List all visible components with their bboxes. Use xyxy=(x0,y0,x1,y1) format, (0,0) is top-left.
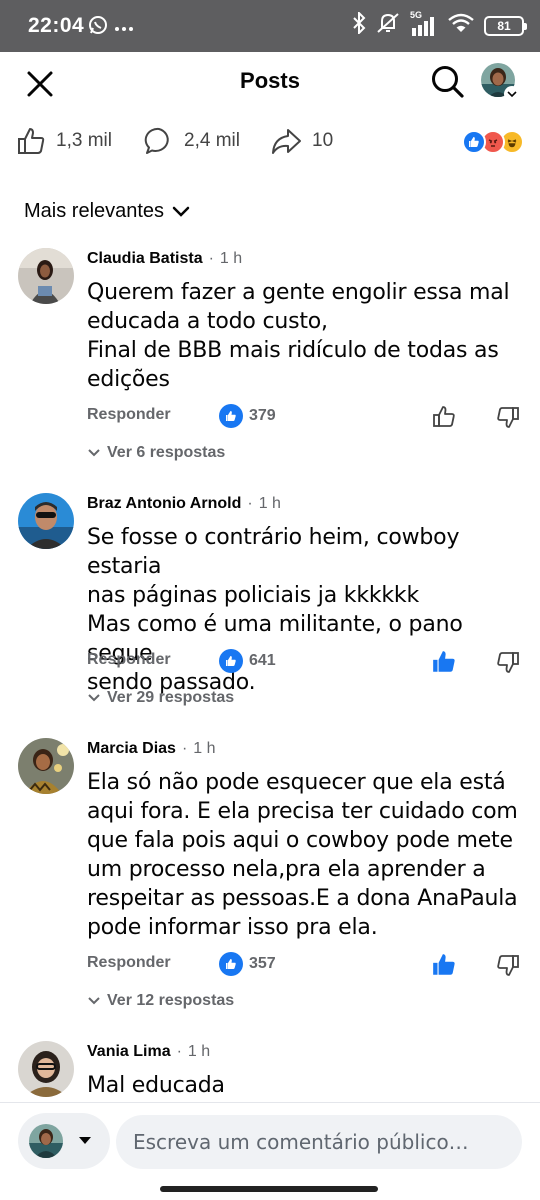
wifi-icon xyxy=(448,13,474,38)
chevron-down-icon xyxy=(88,449,100,457)
like-comment-button[interactable] xyxy=(429,402,459,432)
view-replies-label: Ver 29 respostas xyxy=(107,689,235,706)
dislike-comment-button[interactable] xyxy=(493,402,523,432)
comment-separator: · xyxy=(176,1043,182,1060)
comment-text: Ela só não pode esquecer que ela está aq… xyxy=(87,770,518,940)
comment-like-count[interactable]: 641 xyxy=(219,649,276,673)
chevron-down-icon xyxy=(88,997,100,1005)
chevron-down-icon xyxy=(172,206,190,217)
like-reaction-icon xyxy=(462,130,486,154)
status-right-icons: 5G 81 xyxy=(352,10,527,39)
share-icon xyxy=(272,129,301,154)
comment-header: Claudia Batista · 1 h xyxy=(87,250,242,268)
like-count-value: 357 xyxy=(249,955,276,972)
signal-5g-icon: 5G xyxy=(410,10,438,36)
comment-separator: · xyxy=(181,740,188,757)
comment-text: Mal educada xyxy=(87,1073,225,1098)
thumbs-up-icon xyxy=(18,128,45,154)
status-left-icons xyxy=(88,15,134,40)
likes-count: 1,3 mil xyxy=(56,130,112,151)
more-dots-icon xyxy=(114,19,134,37)
comment-actions: Responder 379 xyxy=(87,404,527,434)
comment-time: 1 h xyxy=(187,1043,211,1060)
view-replies-button[interactable]: Ver 6 respostas xyxy=(87,444,225,462)
mute-icon xyxy=(376,12,400,39)
comment-actions: Responder 641 xyxy=(87,649,527,679)
comment-text: Querem fazer a gente engolir essa mal ed… xyxy=(87,280,510,392)
app-header: Posts xyxy=(0,52,540,112)
whatsapp-icon xyxy=(88,15,108,40)
reply-button[interactable]: Responder xyxy=(87,406,171,424)
status-bar: 22:04 5G 81 xyxy=(0,0,540,52)
comment-input[interactable] xyxy=(116,1115,522,1169)
comments-count: 2,4 mil xyxy=(184,130,240,151)
shares-count: 10 xyxy=(312,130,334,151)
view-replies-label: Ver 6 respostas xyxy=(107,444,226,461)
search-icon xyxy=(432,66,464,98)
comment-separator: · xyxy=(208,250,214,267)
comment-like-count[interactable]: 379 xyxy=(219,404,276,428)
commenter-name[interactable]: Vania Lima xyxy=(87,1043,171,1061)
thumbs-down-outline-icon xyxy=(497,955,519,976)
commenter-name[interactable]: Marcia Dias xyxy=(87,740,176,758)
comment-actions: Responder 357 xyxy=(87,952,527,982)
post-stats-row: 1,3 mil 2,4 mil 10 xyxy=(0,118,540,168)
commenter-avatar[interactable] xyxy=(18,248,74,304)
thumbs-down-outline-icon xyxy=(497,652,519,673)
sort-dropdown[interactable]: Mais relevantes xyxy=(24,200,190,223)
commenter-avatar[interactable] xyxy=(18,738,74,794)
home-indicator[interactable] xyxy=(160,1186,378,1192)
view-replies-button[interactable]: Ver 29 respostas xyxy=(87,689,234,707)
thumbs-up-outline-icon xyxy=(433,406,455,427)
profile-avatar-button[interactable] xyxy=(480,62,520,102)
chevron-down-icon xyxy=(88,694,100,702)
view-replies-button[interactable]: Ver 12 respostas xyxy=(87,992,234,1010)
like-comment-button[interactable] xyxy=(429,950,459,980)
comment-icon xyxy=(144,127,169,154)
like-comment-button[interactable] xyxy=(429,647,459,677)
commenter-name[interactable]: Claudia Batista xyxy=(87,250,203,268)
commenter-avatar[interactable] xyxy=(18,1041,74,1097)
comment-header: Braz Antonio Arnold · 1 h xyxy=(87,495,281,513)
comment-header: Vania Lima · 1 h xyxy=(87,1043,210,1061)
comment-time: 1 h xyxy=(258,495,281,512)
commenter-avatar[interactable] xyxy=(18,493,74,549)
like-count-value: 379 xyxy=(249,407,276,424)
like-reaction-icon xyxy=(219,404,243,428)
commenter-name[interactable]: Braz Antonio Arnold xyxy=(87,495,241,513)
thumbs-up-filled-icon xyxy=(433,954,455,975)
bluetooth-icon xyxy=(352,10,366,39)
comment-time: 1 h xyxy=(193,740,216,757)
dislike-comment-button[interactable] xyxy=(493,950,523,980)
reactions-summary[interactable] xyxy=(462,130,526,154)
caret-down-icon xyxy=(79,1137,91,1144)
comment-as-selector[interactable] xyxy=(18,1113,110,1169)
sort-label: Mais relevantes xyxy=(24,200,165,222)
dislike-comment-button[interactable] xyxy=(493,647,523,677)
reply-button[interactable]: Responder xyxy=(87,651,171,669)
like-count-value: 641 xyxy=(249,652,276,669)
avatar xyxy=(29,1124,63,1158)
thumbs-down-outline-icon xyxy=(497,407,519,428)
chevron-down-icon xyxy=(504,86,520,102)
comment-separator: · xyxy=(247,495,253,512)
likes-stat[interactable]: 1,3 mil xyxy=(16,126,112,156)
network-label: 5G xyxy=(410,9,423,20)
shares-stat[interactable]: 10 xyxy=(270,126,333,156)
battery-indicator: 81 xyxy=(484,15,527,36)
comments-stat[interactable]: 2,4 mil xyxy=(144,126,240,156)
view-replies-label: Ver 12 respostas xyxy=(107,992,235,1009)
status-time: 22:04 xyxy=(28,14,85,37)
thumbs-up-filled-icon xyxy=(433,651,455,672)
comment-header: Marcia Dias · 1 h xyxy=(87,740,216,758)
comment-composer xyxy=(0,1102,540,1180)
like-reaction-icon xyxy=(219,952,243,976)
comment-time: 1 h xyxy=(219,250,243,267)
system-nav-bar xyxy=(0,1180,540,1200)
reply-button[interactable]: Responder xyxy=(87,954,171,972)
search-button[interactable] xyxy=(428,62,468,102)
like-reaction-icon xyxy=(219,649,243,673)
comment-like-count[interactable]: 357 xyxy=(219,952,276,976)
